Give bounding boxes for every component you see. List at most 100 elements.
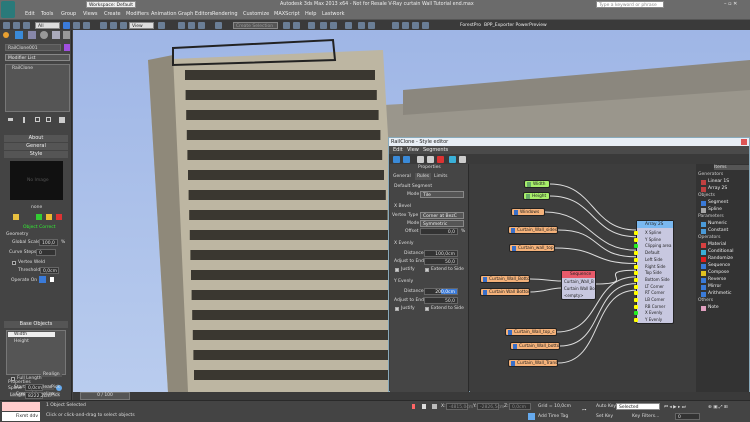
node-array-2s[interactable]: Array 2S X Spline Y Spline Clipping area De… (634, 220, 674, 324)
style-editor-icon[interactable] (13, 214, 19, 220)
item-numeric[interactable]: Numeric (708, 221, 727, 226)
curve-steps-spinner[interactable]: 0 (36, 249, 56, 256)
scale-icon[interactable] (120, 22, 127, 29)
maxscript-input[interactable]: Fixmt ddv (2, 412, 40, 421)
array-input[interactable]: Left Side (645, 257, 662, 262)
x-adjust-spinner[interactable]: 50,0 (424, 258, 458, 265)
y-coordinate-field[interactable]: -2826,5cm (477, 403, 504, 410)
node-width[interactable]: Width (524, 180, 550, 188)
menu-edit[interactable]: Edit (25, 11, 35, 17)
input-port[interactable] (634, 257, 638, 262)
menu-group[interactable]: Group (61, 11, 76, 17)
select-icon[interactable] (63, 22, 70, 29)
window-controls[interactable]: – ▫ ✕ (724, 1, 737, 7)
plugin-icon[interactable] (412, 22, 419, 29)
y-distance-spinner[interactable]: 200,0cm (424, 288, 458, 295)
snap-icon[interactable] (178, 22, 185, 29)
copy-icon[interactable] (417, 156, 424, 163)
display-tab-icon[interactable] (52, 31, 60, 39)
auto-key-button[interactable]: Auto Key (596, 404, 616, 409)
array-input[interactable]: RB Corner (645, 304, 665, 309)
list-item[interactable]: Width (8, 332, 55, 337)
operate-on-spline-button[interactable] (39, 276, 46, 283)
menu-modifiers[interactable]: Modifiers (126, 11, 149, 17)
menu-rendering[interactable]: Rendering (212, 11, 238, 17)
offset-spinner[interactable]: 0,0 (420, 228, 458, 235)
plugin-icon[interactable] (422, 22, 429, 29)
close-icon[interactable] (741, 139, 747, 145)
length-spinner[interactable]: 8222,2cm (25, 392, 51, 399)
array-input[interactable]: LB Corner (645, 297, 665, 302)
node-windows[interactable]: Windows (511, 208, 545, 216)
menu-lastwork[interactable]: Lastwork (322, 11, 345, 17)
pivot-icon[interactable] (158, 22, 165, 29)
rollout-general[interactable]: General (4, 143, 68, 150)
node-curtain-wall-sides[interactable]: Curtain_Wall_sides (508, 226, 558, 234)
utilities-tab-icon[interactable] (63, 31, 70, 39)
modifier-stack[interactable]: RailClone (5, 64, 70, 112)
input-port[interactable] (634, 231, 638, 235)
key-filters-button[interactable]: Key Filters... (632, 414, 659, 419)
add-time-tag-button[interactable]: Add Time Tag (538, 414, 568, 419)
tab-rules[interactable]: Rules (415, 173, 432, 180)
menu-graph-editors[interactable]: Graph Editors (178, 11, 212, 17)
item-linear-1s[interactable]: Linear 1S (708, 179, 729, 184)
sequence-input[interactable]: <empty> (564, 293, 584, 298)
y-adjust-spinner[interactable]: 50,0 (424, 297, 458, 304)
x-coordinate-field[interactable]: -4815,0cm (446, 403, 473, 410)
menu-maxscript[interactable]: MAXScript (274, 11, 300, 17)
stack-item-railclone[interactable]: RailClone (12, 66, 33, 71)
paste-icon[interactable] (427, 156, 434, 163)
menu-animation[interactable]: Animation (151, 11, 177, 17)
node-curtain-wall-top[interactable]: Curtain_wall_top (509, 244, 555, 252)
array-input[interactable]: RT Corner (645, 290, 665, 295)
playback-controls[interactable]: ⏮ ◂ ▶ ▸ ⏭ (664, 404, 686, 410)
absolute-mode-icon[interactable] (432, 404, 437, 409)
input-port[interactable] (634, 304, 638, 309)
sequence-input[interactable]: Curtain Wall Bo (564, 286, 595, 291)
global-scale-spinner[interactable]: 100,0 (39, 239, 58, 246)
maxscript-listener[interactable] (2, 402, 40, 411)
y-justify-checkbox[interactable] (395, 307, 399, 311)
app-logo[interactable] (1, 1, 15, 18)
plugin-icon[interactable] (402, 22, 409, 29)
threshold-spinner[interactable]: 0,0cm (40, 267, 59, 274)
region-icon[interactable] (83, 22, 90, 29)
input-port[interactable] (634, 271, 638, 276)
selection-filter-dropdown[interactable]: All (35, 22, 60, 29)
input-port[interactable] (634, 311, 638, 316)
array-input[interactable]: Y Evenly (645, 317, 662, 322)
layer-icon[interactable] (308, 22, 315, 29)
export-style-icon[interactable] (46, 214, 52, 220)
add-time-tag-icon[interactable] (528, 413, 535, 420)
forestpro-button[interactable]: ForestPro (460, 23, 481, 28)
tab-general[interactable]: General (393, 174, 411, 179)
material-editor-icon[interactable] (345, 22, 352, 29)
angle-snap-icon[interactable] (188, 22, 195, 29)
key-icon[interactable]: ⊶ (582, 408, 587, 413)
render-setup-icon[interactable] (358, 22, 365, 29)
mirror-icon[interactable] (283, 22, 290, 29)
align-icon[interactable] (293, 22, 300, 29)
menu-create[interactable]: Create (104, 11, 121, 17)
input-port[interactable] (634, 237, 638, 242)
node-curtain-wall-top-c[interactable]: Curtain_Wall_top_c (505, 328, 557, 336)
menu-help[interactable]: Help (305, 11, 316, 17)
rollout-about[interactable]: About (4, 135, 68, 142)
x-distance-spinner[interactable]: 100,0cm (424, 250, 458, 257)
remove-modifier-icon[interactable] (46, 117, 51, 122)
undo-icon[interactable] (393, 156, 400, 163)
node-curtain-wall-bottom-a[interactable]: Curtain_Wall_Botto (480, 275, 530, 283)
array-input[interactable]: Default (645, 250, 660, 255)
array-input[interactable]: LT Corner (645, 284, 664, 289)
input-port[interactable] (634, 284, 638, 289)
import-style-icon[interactable] (36, 214, 42, 220)
x-justify-checkbox[interactable] (395, 268, 399, 272)
key-mode-dropdown[interactable]: Selected (616, 403, 660, 410)
item-reverse[interactable]: Reverse (708, 277, 726, 282)
input-port[interactable] (634, 264, 638, 269)
select-by-name-icon[interactable] (73, 22, 80, 29)
z-coordinate-field[interactable]: 0,0cm (509, 403, 531, 410)
bevel-mode-dropdown[interactable]: Symmetric (420, 220, 464, 227)
input-port[interactable] (634, 251, 638, 256)
